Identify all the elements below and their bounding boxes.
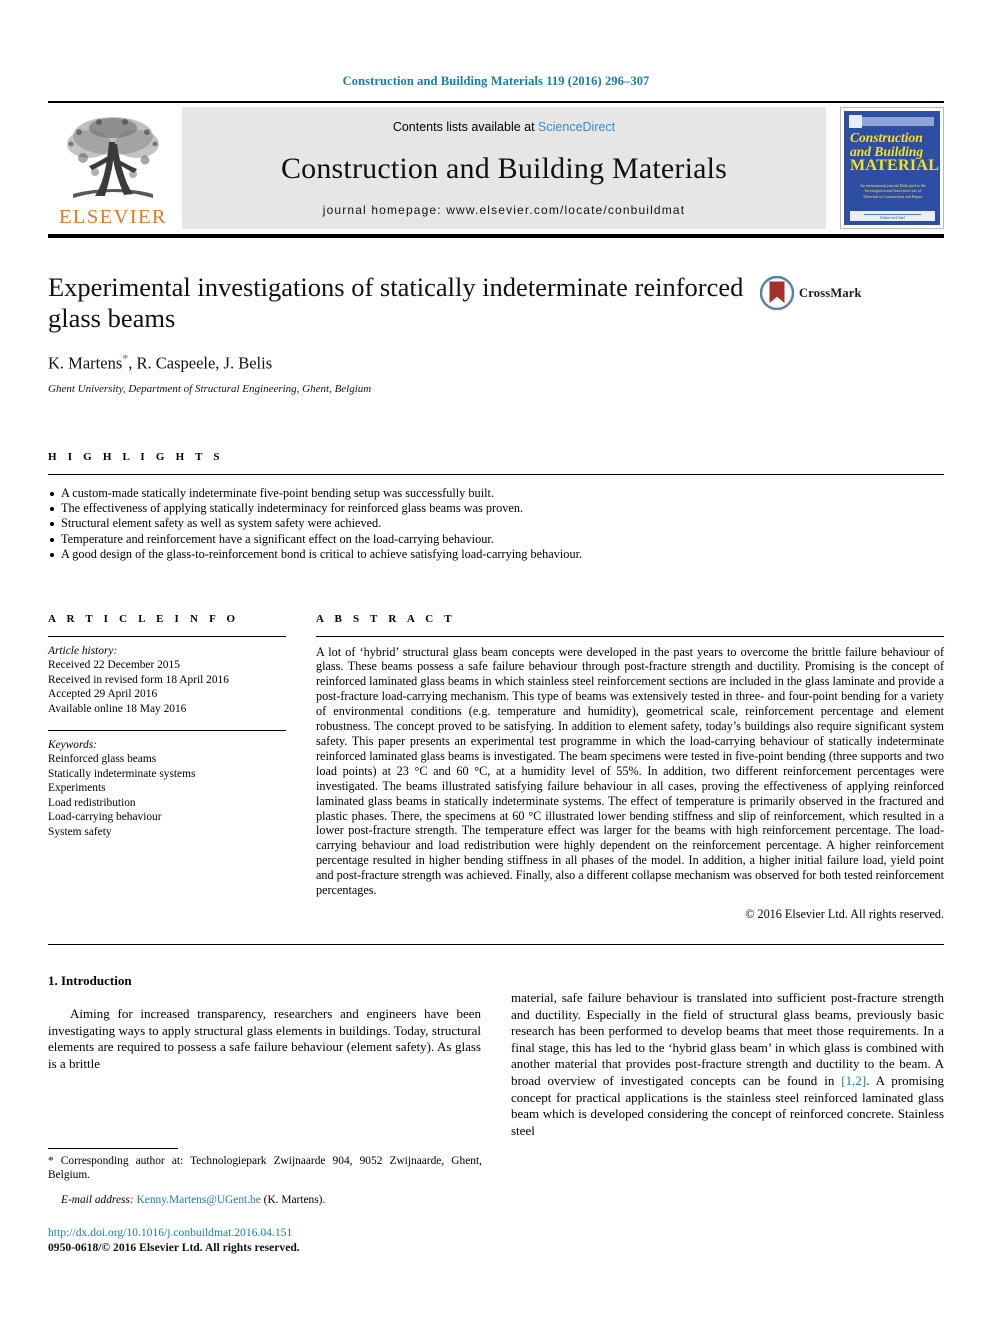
list-item: A custom-made statically indeterminate f… <box>48 486 944 501</box>
keyword-item: Load-carrying behaviour <box>48 811 162 824</box>
journal-cover-thumbnail: Construction and Building MATERIALS An i… <box>840 107 944 229</box>
cover-title-line3: MATERIALS <box>850 157 940 174</box>
email-footnote: E-mail address: Kenny.Martens@UGent.be (… <box>48 1188 482 1207</box>
keyword-item: Statically indeterminate systems <box>48 767 196 780</box>
elsevier-logo: ELSEVIER <box>48 107 178 229</box>
keyword-item: Reinforced glass beams <box>48 753 157 766</box>
corresponding-author-footnote: * Corresponding author at: Technologiepa… <box>48 1149 482 1182</box>
history-item: Accepted 29 April 2016 <box>48 688 158 701</box>
abstract-section: A B S T R A C T A lot of ‘hybrid’ struct… <box>316 609 944 922</box>
author-list: K. Martens*, R. Caspeele, J. Belis <box>48 351 760 374</box>
copyright-line: © 2016 Elsevier Ltd. All rights reserved… <box>745 906 944 921</box>
running-head: Construction and Building Materials 119 … <box>342 74 650 88</box>
masthead-bottom-rule <box>48 234 944 238</box>
introduction-paragraph-right: material, safe failure behaviour is tran… <box>511 990 944 1139</box>
keyword-item: Load redistribution <box>48 796 136 809</box>
abstract-heading: A B S T R A C T <box>316 612 456 625</box>
info-and-abstract: A R T I C L E I N F O Article history: R… <box>48 609 944 922</box>
body-columns: 1. Introduction Aiming for increased tra… <box>48 973 944 1139</box>
corresponding-author-text: Corresponding author at: Technologiepark… <box>48 1155 482 1181</box>
history-item: Available online 18 May 2016 <box>48 702 187 715</box>
elsevier-wordmark: ELSEVIER <box>59 205 167 228</box>
keywords-label: Keywords: <box>48 738 97 751</box>
author-first: K. Martens <box>48 353 123 373</box>
doi-link[interactable]: http://dx.doi.org/10.1016/j.conbuildmat.… <box>48 1226 482 1241</box>
doi-block: http://dx.doi.org/10.1016/j.conbuildmat.… <box>48 1226 482 1255</box>
contents-prefix: Contents lists available at <box>392 120 539 134</box>
list-item: A good design of the glass-to-reinforcem… <box>48 547 944 562</box>
crossmark-icon <box>759 275 795 311</box>
page-title: Experimental investigations of staticall… <box>48 272 744 333</box>
elsevier-tree-icon <box>59 114 167 206</box>
highlights-heading: H I G H L I G H T S <box>48 450 224 463</box>
section-separator-rule <box>48 943 944 945</box>
article-history: Article history: Received 22 December 20… <box>48 637 286 717</box>
list-item: Structural element safety as well as sys… <box>48 516 944 531</box>
cover-subtitle: An international journal Dedicated to th… <box>860 183 926 199</box>
email-label: E-mail address: <box>61 1194 134 1206</box>
keyword-item: Experiments <box>48 782 106 795</box>
contents-line: Contents lists available at ScienceDirec… <box>393 120 615 134</box>
abstract-text: A lot of ‘hybrid’ structural glass beam … <box>316 644 944 898</box>
authors-remaining: , R. Caspeele, J. Belis <box>128 353 273 373</box>
journal-masthead: ELSEVIER Contents lists available at Sci… <box>48 101 944 229</box>
sciencedirect-link[interactable]: ScienceDirect <box>538 120 615 134</box>
keyword-item: System safety <box>48 826 112 839</box>
journal-homepage-link[interactable]: journal homepage: www.elsevier.com/locat… <box>323 203 685 217</box>
cover-title-line1: Construction <box>850 130 923 145</box>
highlights-list: A custom-made statically indeterminate f… <box>48 475 944 563</box>
highlights-section: H I G H L I G H T S A custom-made static… <box>48 447 944 563</box>
list-item: The effectiveness of applying statically… <box>48 501 944 516</box>
history-item: Received 22 December 2015 <box>48 659 180 672</box>
article-info-heading: A R T I C L E I N F O <box>48 612 240 625</box>
crossmark-label: CrossMark <box>799 285 862 300</box>
title-block: Experimental investigations of staticall… <box>48 272 944 395</box>
footnote-area: * Corresponding author at: Technologiepa… <box>48 1148 482 1255</box>
article-history-label: Article history: <box>48 644 118 657</box>
email-suffix: (K. Martens). <box>260 1194 326 1206</box>
cover-footer: Editor-in-Chief <box>880 214 905 220</box>
crossmark-badge[interactable]: CrossMark <box>759 275 862 311</box>
journal-band: Contents lists available at ScienceDirec… <box>182 107 826 229</box>
citation-link-1-2[interactable]: [1,2] <box>841 1073 866 1088</box>
body-column-left: 1. Introduction Aiming for increased tra… <box>48 973 481 1139</box>
keywords-block: Keywords: Reinforced glass beams Statica… <box>48 731 286 840</box>
introduction-heading: 1. Introduction <box>48 972 132 988</box>
cover-title: Construction and Building MATERIALS <box>850 130 940 174</box>
list-item: Temperature and reinforcement have a sig… <box>48 532 944 547</box>
paper-page: Construction and Building Materials 119 … <box>0 0 992 1323</box>
article-info-section: A R T I C L E I N F O Article history: R… <box>48 609 286 922</box>
journal-title: Construction and Building Materials <box>280 151 728 185</box>
issn-copyright-line: 0950-0618/© 2016 Elsevier Ltd. All right… <box>48 1240 300 1254</box>
email-link[interactable]: Kenny.Martens@UGent.be <box>137 1194 261 1206</box>
introduction-paragraph-left: Aiming for increased transparency, resea… <box>48 1005 481 1071</box>
body-column-right: material, safe failure behaviour is tran… <box>511 973 944 1139</box>
history-item: Received in revised form 18 April 2016 <box>48 673 229 686</box>
affiliation: Ghent University, Department of Structur… <box>48 382 372 395</box>
